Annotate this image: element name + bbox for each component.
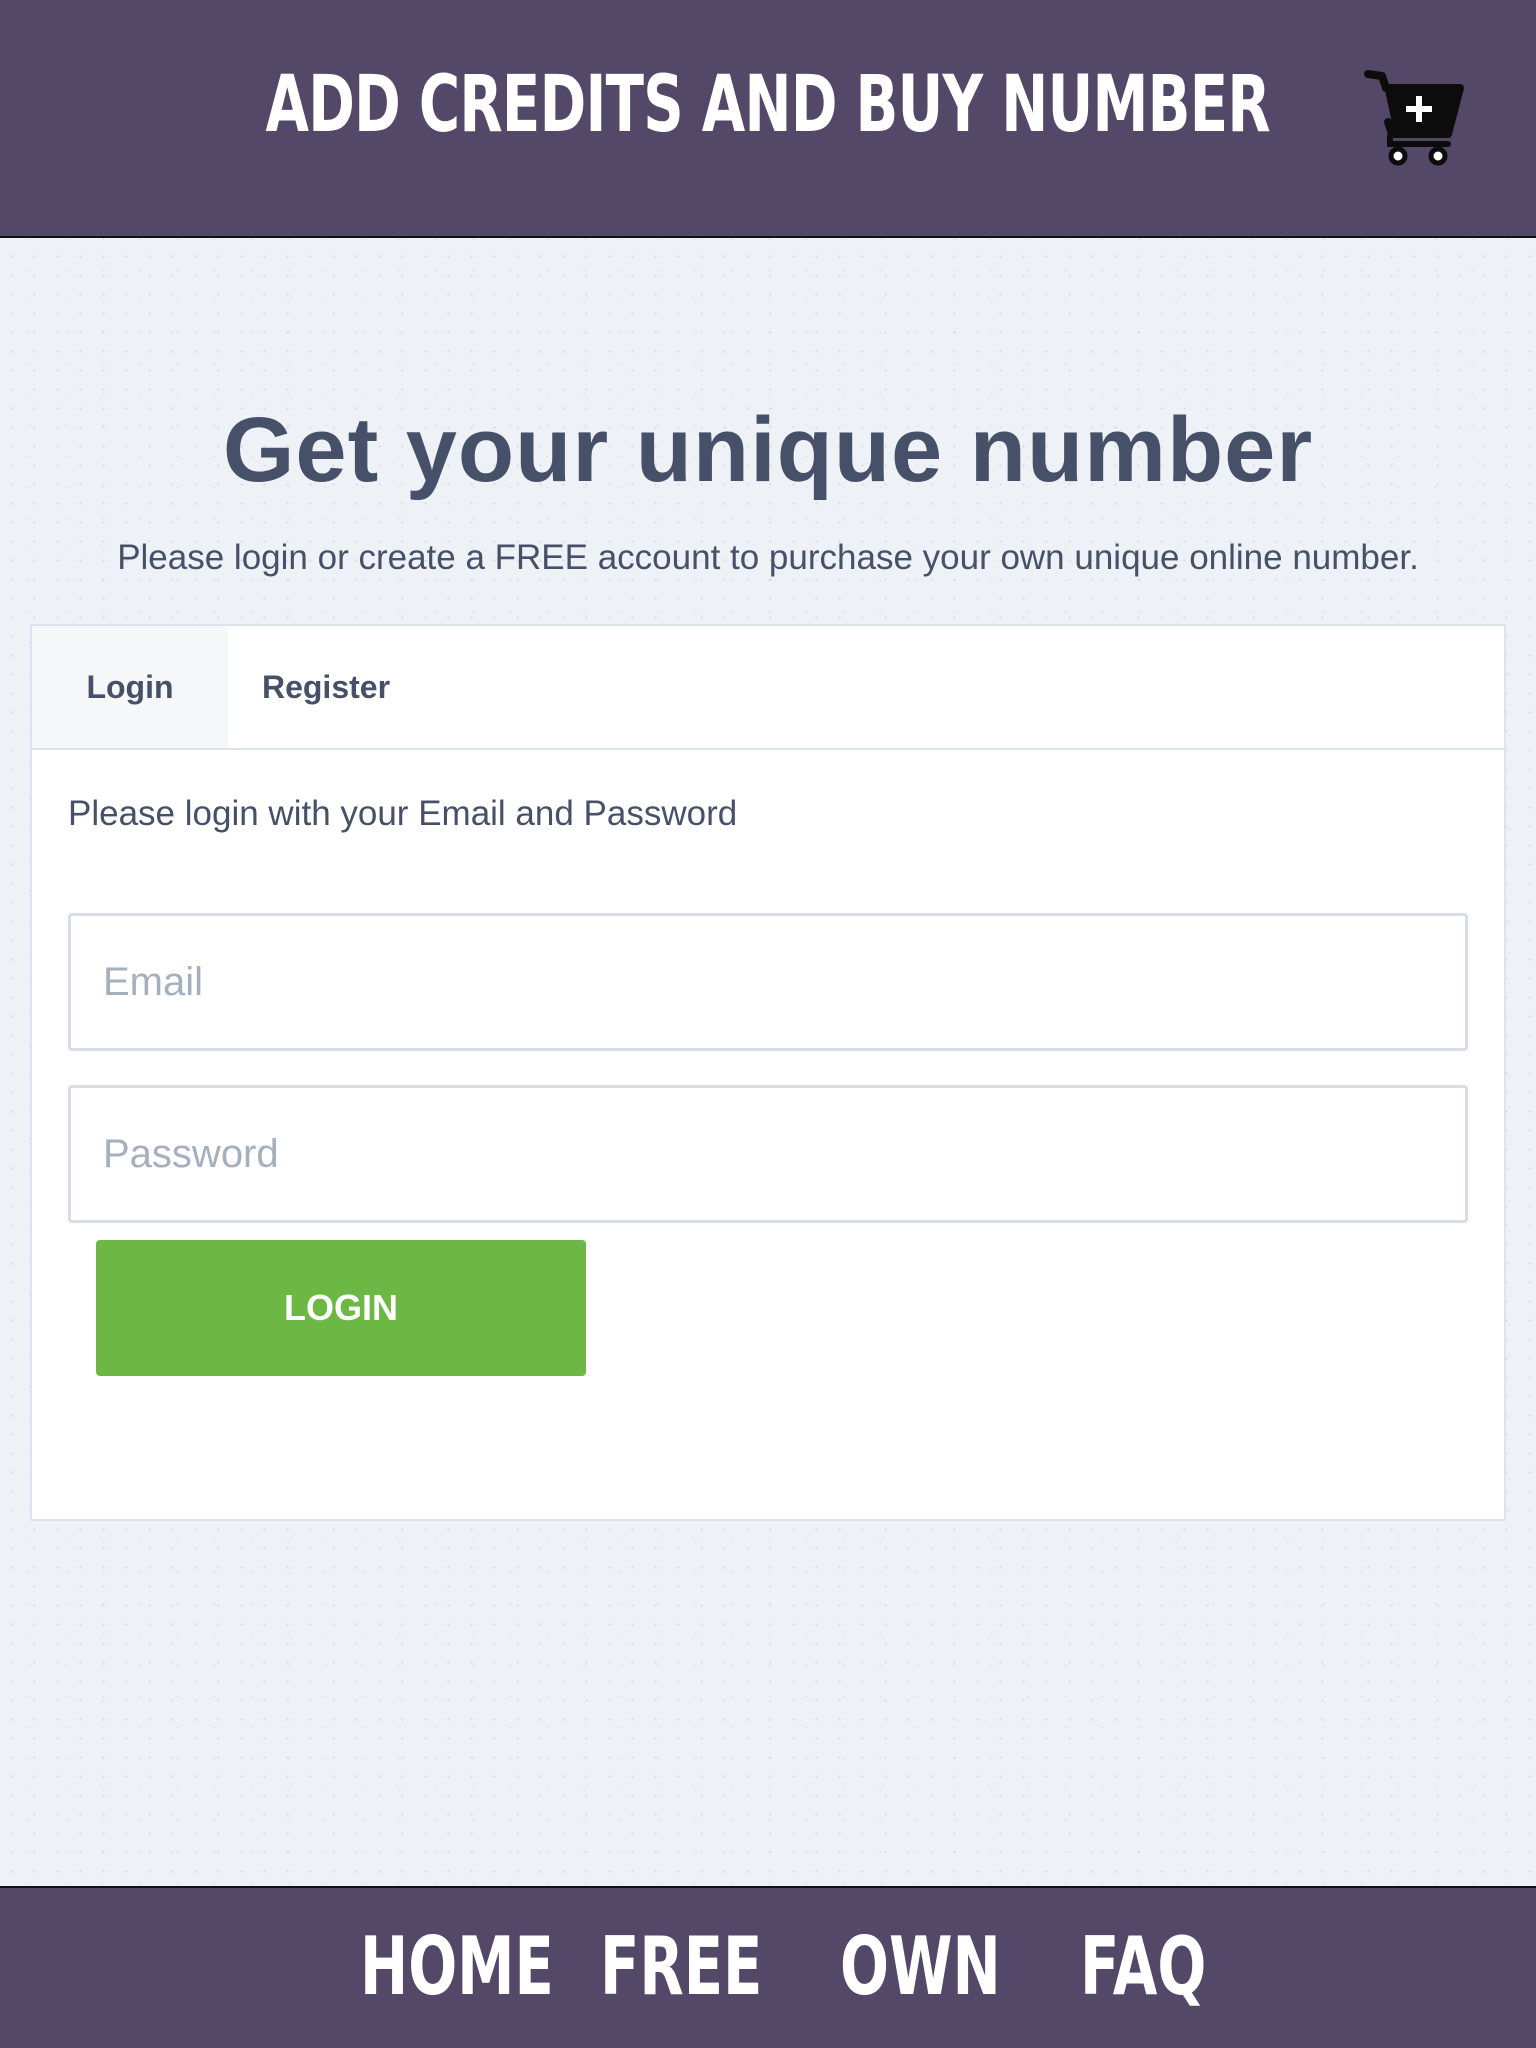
bottom-nav: HOME FREE OWN FAQ [0,1886,1536,2048]
tab-register[interactable]: Register [228,626,424,748]
auth-tabs: Login Register [32,626,1504,750]
hero-title: Get your unique number [222,399,1314,501]
password-field[interactable] [68,1085,1468,1223]
page-banner-title: ADD CREDITS AND BUY NUMBER [265,60,1271,150]
auth-panel: Login Register Please login with your Em… [30,624,1506,1521]
cart-plus-icon[interactable] [1362,66,1466,170]
email-field[interactable] [68,913,1468,1051]
login-button[interactable]: LOGIN [96,1240,586,1376]
top-header: ADD CREDITS AND BUY NUMBER [0,0,1536,238]
tab-login[interactable]: Login [32,626,228,748]
nav-faq-link[interactable]: FAQ [1080,1920,1206,2013]
nav-own-link[interactable]: OWN [840,1920,1001,2013]
nav-free-link[interactable]: FREE [600,1920,762,2013]
nav-home-link[interactable]: HOME [360,1920,554,2013]
login-hint: Please login with your Email and Passwor… [68,794,738,833]
hero-subtitle: Please login or create a FREE account to… [117,538,1419,577]
main-content: Get your unique number Please login or c… [0,240,1536,1886]
